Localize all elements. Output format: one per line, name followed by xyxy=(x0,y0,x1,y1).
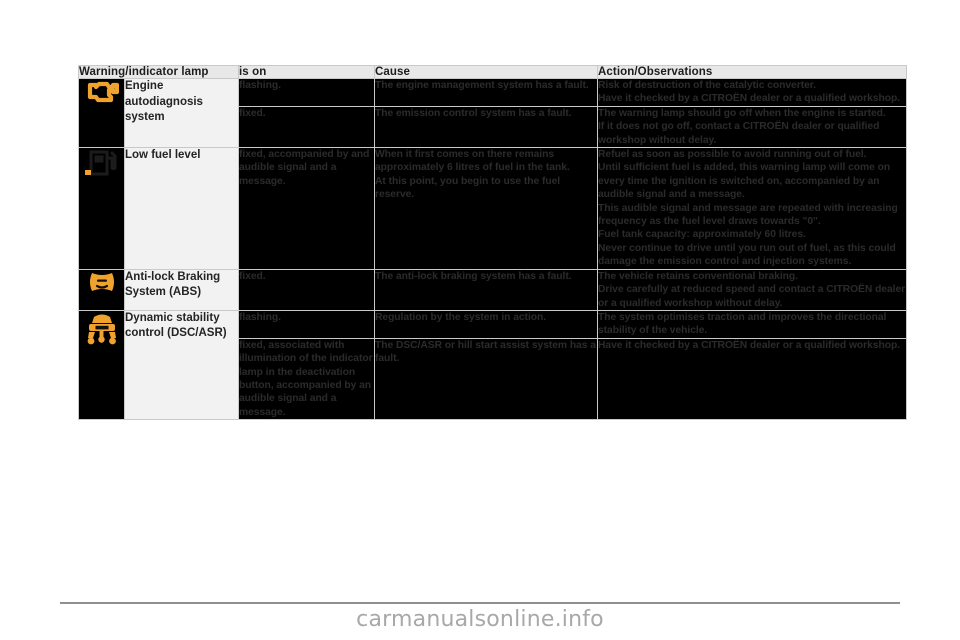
icon-cell-abs xyxy=(78,268,125,311)
cell-action: Refuel as soon as possible to avoid runn… xyxy=(597,147,907,270)
cell-action: Have it checked by a CITROËN dealer or a… xyxy=(597,337,907,421)
header-action: Action/Observations xyxy=(597,65,907,79)
table-header-row: Warning/indicator lamp is on Cause Actio… xyxy=(78,65,907,79)
watermark-rule xyxy=(60,602,900,604)
cell-cause: The anti-lock braking system has a fault… xyxy=(374,268,598,311)
cell-is-on: fixed, associated with illumination of t… xyxy=(238,337,375,421)
warning-lamp-table: Warning/indicator lamp is on Cause Actio… xyxy=(78,65,907,421)
engine-check-icon xyxy=(79,79,124,105)
table-row: Engine autodiagnosis system flashing. Th… xyxy=(78,77,907,149)
dsc-asr-icon xyxy=(79,311,124,345)
cell-action: The system optimises traction and improv… xyxy=(597,309,907,339)
cell-action: The vehicle retains conventional braking… xyxy=(597,268,907,311)
cell-action: The warning lamp should go off when the … xyxy=(597,105,907,149)
manual-page: Warning/indicator lamp is on Cause Actio… xyxy=(0,0,960,640)
cell-cause: The engine management system has a fault… xyxy=(374,78,598,107)
table-row: Dynamic stability control (DSC/ASR) flas… xyxy=(78,309,907,421)
cell-cause: When it first comes on there remains app… xyxy=(374,147,598,270)
cell-is-on: flashing. xyxy=(238,78,375,107)
cell-is-on: fixed. xyxy=(238,268,375,311)
cell-action: Risk of destruction of the catalytic con… xyxy=(597,78,907,107)
header-warning-lamp: Warning/indicator lamp xyxy=(78,65,239,79)
header-cause: Cause xyxy=(374,65,598,79)
cell-is-on: flashing. xyxy=(238,309,375,339)
fuel-pump-icon xyxy=(79,148,124,180)
icon-cell-dsc xyxy=(78,309,125,421)
lamp-label-dsc: Dynamic stability control (DSC/ASR) xyxy=(124,309,239,421)
lamp-label-engine: Engine autodiagnosis system xyxy=(124,77,239,149)
cell-cause: Regulation by the system in action. xyxy=(374,309,598,339)
header-is-on: is on xyxy=(238,65,375,79)
table-row: Low fuel level fixed, accompanied by and… xyxy=(78,147,907,270)
abs-icon xyxy=(79,270,124,294)
cell-is-on: fixed, accompanied by and audible signal… xyxy=(238,147,375,270)
lamp-label-abs: Anti-lock Braking System (ABS) xyxy=(124,268,239,311)
cell-cause: The emission control system has a fault. xyxy=(374,105,598,149)
cell-is-on: fixed. xyxy=(238,105,375,149)
watermark-text: carmanualsonline.info xyxy=(356,607,604,632)
icon-cell-fuel xyxy=(78,147,125,270)
cell-cause: The DSC/ASR or hill start assist system … xyxy=(374,337,598,421)
table-row: Anti-lock Braking System (ABS) fixed. Th… xyxy=(78,268,907,311)
icon-cell-engine xyxy=(78,77,125,149)
lamp-label-fuel: Low fuel level xyxy=(124,147,239,270)
